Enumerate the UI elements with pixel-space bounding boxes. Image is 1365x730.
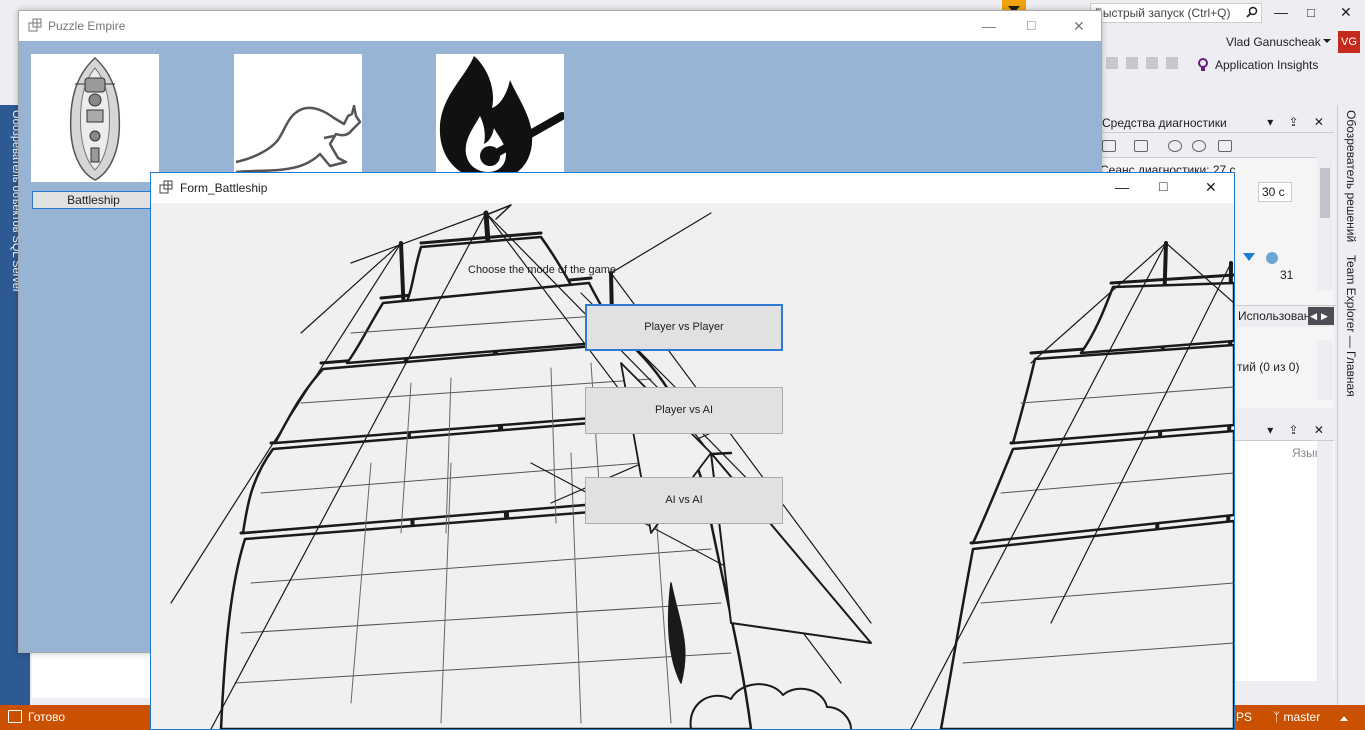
minimize-icon[interactable]: — (1115, 179, 1129, 195)
column-header-language[interactable]: Язык (1292, 446, 1320, 460)
maximize-icon[interactable]: □ (1159, 178, 1167, 194)
quick-launch-input[interactable]: Быстрый запуск (Ctrl+Q) (1090, 3, 1262, 23)
solution-explorer-tab[interactable]: Обозреватель решений (1342, 110, 1358, 245)
scrollbar-thumb[interactable] (1320, 168, 1330, 218)
player-vs-player-button[interactable]: Player vs Player (585, 304, 783, 351)
scrollbar[interactable] (1317, 441, 1333, 681)
chevron-up-icon[interactable] (1340, 716, 1348, 721)
chart-icon[interactable] (1218, 140, 1232, 152)
match-game-tile[interactable] (436, 54, 566, 182)
battleship-icon (69, 56, 121, 181)
minimize-icon[interactable]: — (1274, 4, 1288, 20)
maximize-icon[interactable]: □ (1307, 5, 1315, 20)
ai-vs-ai-button[interactable]: AI vs AI (585, 477, 783, 524)
zoom-in-icon[interactable] (1168, 140, 1182, 152)
avatar[interactable]: VG (1338, 31, 1360, 53)
tab-scroll-arrows-icon[interactable]: ◀▶ (1308, 307, 1334, 325)
lightbulb-icon[interactable] (1198, 58, 1208, 72)
mode-caption: Choose the mode of the game (468, 264, 616, 276)
export-icon[interactable] (1134, 140, 1148, 152)
player-vs-ai-button[interactable]: Player vs AI (585, 387, 783, 434)
toolbar-icons (1106, 57, 1190, 73)
user-name[interactable]: Vlad Ganuscheak (1226, 35, 1321, 49)
battleship-button[interactable]: Battleship (32, 191, 155, 209)
match-flame-icon (439, 56, 566, 180)
status-icon (8, 710, 22, 723)
close-icon[interactable]: ✕ (1340, 4, 1352, 21)
close-icon[interactable]: ✕ (1205, 179, 1217, 196)
kangaroo-icon (235, 104, 362, 174)
diagnostic-tools-header: Средства диагностики ▾ ⇪ ✕ (1100, 113, 1334, 133)
panel-controls[interactable]: ▾ ⇪ ✕ (1267, 115, 1330, 129)
app-icon (28, 18, 42, 32)
battleship-game-tile[interactable] (31, 54, 159, 182)
window-title: Puzzle Empire (48, 19, 126, 33)
maximize-icon[interactable]: □ (1027, 17, 1035, 33)
close-icon[interactable]: ✕ (1073, 18, 1085, 35)
status-text: Готово (28, 710, 66, 724)
background-white-panel (32, 653, 150, 698)
application-insights-button[interactable]: Application Insights (1215, 58, 1318, 72)
kangaroo-game-tile[interactable] (234, 54, 362, 182)
search-icon[interactable] (1246, 6, 1258, 18)
branch-name: master (1283, 710, 1321, 724)
zoom-out-icon[interactable] (1192, 140, 1206, 152)
timeline-value-b: 31 (1280, 268, 1294, 282)
window-title: Form_Battleship (180, 181, 268, 195)
puzzle-empire-titlebar[interactable]: Puzzle Empire — □ ✕ (19, 11, 1101, 41)
sailing-ship-illustration (170, 204, 1234, 729)
git-branch[interactable]: ᛉ master (1273, 710, 1320, 724)
chevron-down-icon[interactable] (1323, 39, 1331, 43)
settings-icon[interactable] (1102, 140, 1116, 152)
event-marker-icon (1243, 253, 1255, 261)
team-explorer-tab[interactable]: Team Explorer — Главная (1342, 255, 1358, 397)
diagnostic-toolbar (1100, 134, 1334, 158)
battleship-form-titlebar[interactable]: Form_Battleship — □ ✕ (151, 173, 1234, 203)
minimize-icon[interactable]: — (982, 18, 996, 34)
scrollbar[interactable] (1317, 340, 1333, 400)
app-icon (159, 180, 173, 194)
status-ps: PS (1236, 710, 1253, 724)
sailing-ships-background (151, 203, 1234, 729)
diagnostic-tools-title: Средства диагностики (1102, 116, 1227, 130)
event-dot-icon (1266, 252, 1278, 264)
battleship-form-window: Form_Battleship — □ ✕ Choose the mode of… (150, 172, 1235, 730)
events-count: тий (0 из 0) (1237, 360, 1300, 374)
panel-controls[interactable]: ▾ ⇪ ✕ (1267, 423, 1330, 437)
timeline-value: 30 с (1258, 182, 1292, 202)
